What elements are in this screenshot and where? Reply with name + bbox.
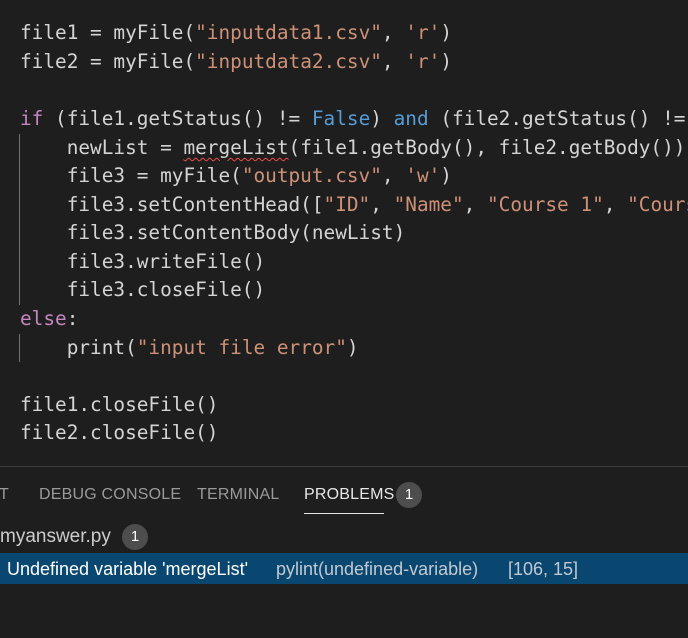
code-token: , [381,21,406,44]
string-token: "output.csv" [241,164,382,187]
code-token: file3 = myFile( [20,164,242,187]
code-token: ) [440,164,452,187]
file-problem-count-badge: 1 [122,524,148,550]
code-token: file3.setContentBody(newList) [20,221,406,244]
code-token: , [381,50,406,73]
string-token: "inputdata1.csv" [195,21,382,44]
tab-output[interactable]: T [0,486,9,504]
code-line[interactable]: file2 = myFile("inputdata2.csv", 'r') [20,48,452,77]
code-line[interactable]: file3 = myFile("output.csv", 'w') [20,162,452,191]
code-token: file1 = myFile( [20,21,196,44]
problem-position: [106, 15] [508,559,579,579]
code-token: newList = [20,136,184,159]
problem-source: pylint(undefined-variable) [276,559,479,579]
code-line[interactable]: file3.setContentBody(newList) [20,219,406,248]
bottom-panel: T DEBUG CONSOLE TERMINAL PROBLEMS 1 myan… [0,466,688,638]
keyword-token: False [311,107,371,130]
problem-item[interactable]: Undefined variable 'mergeList' pylint(un… [0,553,688,584]
code-line[interactable]: if (file1.getStatus() != False) and (fil… [20,105,688,134]
code-token: ) [346,336,359,359]
code-line[interactable]: file2.closeFile() [20,419,218,448]
code-token: (file1.getStatus() != [43,107,312,130]
code-token: file1.closeFile() [20,393,219,416]
code-line[interactable]: else: [20,305,78,334]
code-token: print( [20,336,137,359]
problem-file-name: myanswer.py [0,526,111,547]
string-token: "Name" [393,193,464,216]
tab-problems[interactable]: PROBLEMS [304,486,395,504]
problem-file-row[interactable]: myanswer.py 1 [0,523,688,551]
keyword-token: and [393,107,429,130]
code-token: ) [370,107,394,130]
code-token: file3.writeFile() [20,250,266,273]
string-token: 'w' [405,164,441,187]
code-editor[interactable]: file1 = myFile("inputdata1.csv", 'r') fi… [0,0,688,466]
tab-terminal[interactable]: TERMINAL [197,486,280,504]
problem-message: Undefined variable 'mergeList' [7,559,249,579]
active-tab-indicator [304,513,384,514]
code-token: ) [440,21,452,44]
code-token: , [370,193,394,216]
code-token: file3.setContentHead([ [20,193,324,216]
tab-debug-console[interactable]: DEBUG CONSOLE [39,486,181,504]
problems-count-badge: 1 [396,482,422,508]
code-line[interactable]: newList = mergeList(file1.getBody(), fil… [20,134,686,163]
control-keyword-token: if [20,107,44,130]
code-line[interactable]: file3.closeFile() [20,276,265,305]
control-keyword-token: else [20,307,67,330]
string-token: "ID" [323,193,371,216]
code-line[interactable]: file3.writeFile() [20,248,265,277]
code-token: , [463,193,487,216]
code-token: , [381,164,406,187]
code-line[interactable]: file1.closeFile() [20,391,218,420]
code-token: ) [440,50,452,73]
code-token: (file1.getBody(), file2.getBody()) [288,136,686,159]
string-token: "inputdata2.csv" [195,50,382,73]
undefined-variable-token: mergeList [183,136,289,159]
string-token: "Cours [627,193,688,216]
string-token: "Course 1" [487,193,604,216]
code-token: file2 = myFile( [20,50,196,73]
code-token: , [603,193,628,216]
string-token: 'r' [405,21,441,44]
string-token: "input file error" [136,336,347,359]
code-token: : [66,307,79,330]
code-line[interactable]: file1 = myFile("inputdata1.csv", 'r') [20,19,452,48]
code-line[interactable]: file3.setContentHead(["ID", "Name", "Cou… [20,191,688,220]
code-token: file3.closeFile() [20,278,266,301]
string-token: 'r' [405,50,441,73]
code-line[interactable]: print("input file error") [20,334,359,363]
code-token: file2.closeFile() [20,421,219,444]
code-token: (file2.getStatus() != [428,107,688,130]
